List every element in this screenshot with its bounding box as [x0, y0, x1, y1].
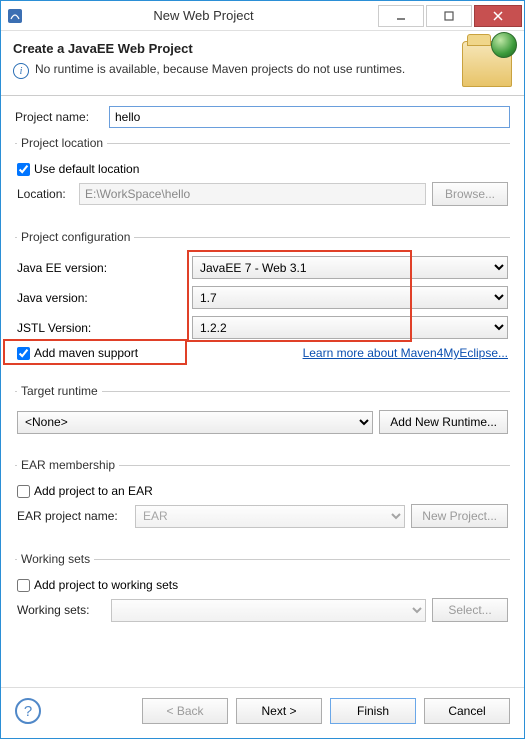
ear-name-label: EAR project name: — [17, 509, 129, 523]
add-maven-checkbox[interactable] — [17, 347, 30, 360]
ear-legend: EAR membership — [17, 458, 119, 472]
dialog-header: Create a JavaEE Web Project i No runtime… — [1, 31, 524, 95]
location-label: Location: — [17, 187, 73, 201]
java-version-select[interactable]: 1.7 — [192, 286, 508, 309]
working-sets-select — [111, 599, 426, 622]
add-to-ear-label: Add project to an EAR — [34, 484, 153, 498]
app-icon — [1, 8, 29, 24]
location-input — [79, 183, 426, 205]
javaee-version-select[interactable]: JavaEE 7 - Web 3.1 — [192, 256, 508, 279]
close-button[interactable] — [474, 5, 522, 27]
working-sets-legend: Working sets — [17, 552, 94, 566]
java-version-label: Java version: — [17, 291, 192, 305]
maximize-button[interactable] — [426, 5, 472, 27]
add-runtime-button[interactable]: Add New Runtime... — [379, 410, 508, 434]
project-name-label: Project name: — [15, 110, 103, 124]
folder-globe-icon — [462, 41, 512, 87]
project-config-group: Project configuration Java EE version: J… — [15, 230, 510, 374]
add-to-working-sets-label: Add project to working sets — [34, 578, 178, 592]
use-default-location-label: Use default location — [34, 162, 139, 176]
window-title: New Web Project — [29, 8, 378, 23]
add-maven-label: Add maven support — [34, 346, 138, 360]
working-sets-group: Working sets Add project to working sets… — [15, 552, 510, 636]
project-location-legend: Project location — [17, 136, 107, 150]
ear-name-select: EAR — [135, 505, 405, 528]
content-area: Project name: Project location Use defau… — [1, 96, 524, 687]
working-sets-label: Working sets: — [17, 603, 105, 617]
next-button[interactable]: Next > — [236, 698, 322, 724]
back-button: < Back — [142, 698, 228, 724]
minimize-button[interactable] — [378, 5, 424, 27]
ear-group: EAR membership Add project to an EAR EAR… — [15, 458, 510, 542]
project-config-legend: Project configuration — [17, 230, 134, 244]
target-runtime-legend: Target runtime — [17, 384, 102, 398]
target-runtime-select[interactable]: <None> — [17, 411, 373, 434]
titlebar: New Web Project — [1, 1, 524, 31]
button-bar: ? < Back Next > Finish Cancel — [1, 687, 524, 738]
dialog-window: New Web Project Create a JavaEE Web Proj… — [0, 0, 525, 739]
info-icon: i — [13, 63, 29, 79]
use-default-location-checkbox[interactable] — [17, 163, 30, 176]
project-location-group: Project location Use default location Lo… — [15, 136, 510, 220]
header-title: Create a JavaEE Web Project — [13, 41, 462, 56]
maven-learn-more-link[interactable]: Learn more about Maven4MyEclipse... — [303, 346, 508, 360]
browse-button: Browse... — [432, 182, 508, 206]
project-name-input[interactable] — [109, 106, 510, 128]
jstl-version-label: JSTL Version: — [17, 321, 192, 335]
cancel-button[interactable]: Cancel — [424, 698, 510, 724]
target-runtime-group: Target runtime <None> Add New Runtime... — [15, 384, 510, 448]
help-icon[interactable]: ? — [15, 698, 41, 724]
header-info: No runtime is available, because Maven p… — [35, 62, 405, 76]
add-to-ear-checkbox[interactable] — [17, 485, 30, 498]
javaee-version-label: Java EE version: — [17, 261, 192, 275]
add-to-working-sets-checkbox[interactable] — [17, 579, 30, 592]
finish-button[interactable]: Finish — [330, 698, 416, 724]
working-sets-select-button: Select... — [432, 598, 508, 622]
jstl-version-select[interactable]: 1.2.2 — [192, 316, 508, 339]
new-ear-project-button: New Project... — [411, 504, 508, 528]
